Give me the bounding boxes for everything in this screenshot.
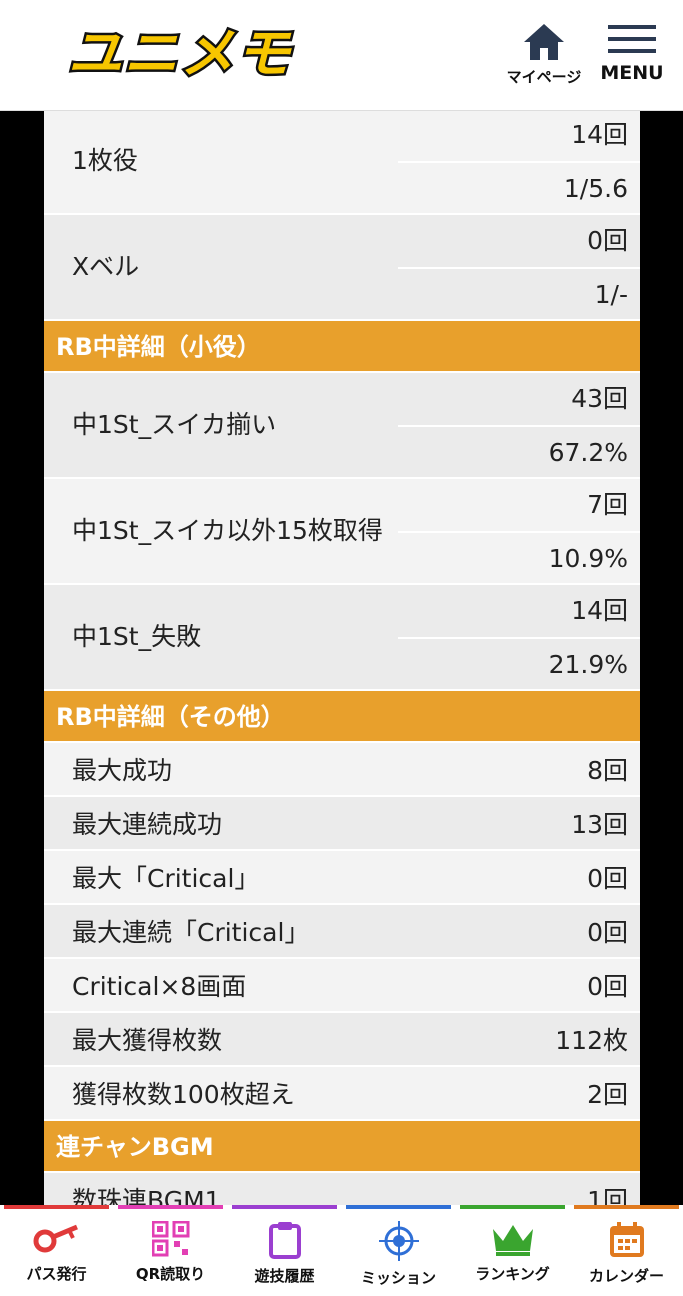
key-icon bbox=[33, 1224, 78, 1253]
table-row: Xベル 0回 1/- bbox=[44, 215, 640, 321]
app-header: ユニメモ マイページ MENU bbox=[0, 0, 683, 111]
hamburger-icon bbox=[608, 25, 656, 53]
row-label: 最大「Critical」 bbox=[72, 864, 260, 893]
tab-strip bbox=[4, 1205, 109, 1209]
tab-mission[interactable]: ミッション bbox=[346, 1205, 451, 1296]
table-row: 最大獲得枚数 112枚 bbox=[44, 1013, 640, 1067]
row-rate: 21.9% bbox=[398, 637, 640, 689]
mypage-button[interactable]: マイページ bbox=[506, 22, 582, 96]
table-row: 最大「Critical」 0回 bbox=[44, 851, 640, 905]
tab-calendar[interactable]: カレンダー bbox=[574, 1205, 679, 1296]
tab-ranking[interactable]: ランキング bbox=[460, 1205, 565, 1296]
calendar-icon bbox=[609, 1222, 644, 1257]
row-rate: 1/- bbox=[398, 267, 640, 319]
row-label: 獲得枚数100枚超え bbox=[72, 1080, 295, 1109]
row-label: 最大連続成功 bbox=[72, 810, 223, 839]
row-label: 中1St_スイカ揃い bbox=[72, 410, 277, 439]
table-row: 獲得枚数100枚超え 2回 bbox=[44, 1067, 640, 1121]
tab-qr-read[interactable]: QR読取り bbox=[118, 1205, 223, 1296]
table-row: 数珠連BGM1 1回 bbox=[44, 1173, 640, 1205]
bottom-nav: パス発行 QR読取り 遊技履歴 ミッション ランキング カレンダー bbox=[0, 1205, 683, 1296]
row-label: Xベル bbox=[72, 252, 140, 281]
crown-icon bbox=[492, 1225, 533, 1256]
tab-strip bbox=[460, 1205, 565, 1209]
row-label: 1枚役 bbox=[72, 146, 138, 175]
row-label: 数珠連BGM1 bbox=[72, 1186, 221, 1205]
tab-label: QR読取り bbox=[135, 1265, 206, 1283]
tab-label: 遊技履歴 bbox=[254, 1267, 315, 1285]
row-label: Critical×8画面 bbox=[72, 972, 247, 1001]
tab-play-history[interactable]: 遊技履歴 bbox=[232, 1205, 337, 1296]
table-row: 中1St_スイカ以外15枚取得 7回 10.9% bbox=[44, 479, 640, 585]
table-row: 最大成功 8回 bbox=[44, 743, 640, 797]
logo-text: ユニメモ bbox=[66, 20, 293, 88]
menu-button[interactable]: MENU bbox=[594, 22, 670, 96]
row-count: 14回 bbox=[398, 585, 640, 637]
tab-label: ミッション bbox=[360, 1269, 436, 1287]
row-label: 中1St_スイカ以外15枚取得 bbox=[72, 516, 383, 545]
row-count: 14回 bbox=[398, 111, 640, 161]
table-row: 最大連続「Critical」 0回 bbox=[44, 905, 640, 959]
mypage-label: マイページ bbox=[506, 68, 582, 86]
row-label: 最大成功 bbox=[72, 756, 173, 785]
row-value: 13回 bbox=[571, 810, 628, 839]
tab-pass-issue[interactable]: パス発行 bbox=[4, 1205, 109, 1296]
row-rate: 10.9% bbox=[398, 531, 640, 583]
row-count: 43回 bbox=[398, 373, 640, 425]
row-value: 1回 bbox=[587, 1186, 628, 1205]
table-row: Critical×8画面 0回 bbox=[44, 959, 640, 1013]
tab-label: パス発行 bbox=[26, 1265, 87, 1283]
menu-label: MENU bbox=[600, 62, 664, 84]
table-row: 中1St_失敗 14回 21.9% bbox=[44, 585, 640, 691]
section-header-rb-koyaku: RB中詳細（小役） bbox=[44, 321, 640, 373]
section-header-renchan-bgm: 連チャンBGM bbox=[44, 1121, 640, 1173]
row-value: 0回 bbox=[587, 864, 628, 893]
table-row: 最大連続成功 13回 bbox=[44, 797, 640, 851]
row-rate: 1/5.6 bbox=[398, 161, 640, 213]
qr-code-icon bbox=[151, 1221, 189, 1257]
tab-label: カレンダー bbox=[588, 1267, 664, 1285]
tab-strip bbox=[346, 1205, 451, 1209]
data-table: 1枚役 14回 1/5.6 Xベル 0回 1/- RB中詳細（小役） 中1St_… bbox=[44, 111, 640, 1205]
row-value: 112枚 bbox=[555, 1026, 628, 1055]
row-value: 2回 bbox=[587, 1080, 628, 1109]
row-count: 7回 bbox=[398, 479, 640, 531]
row-label: 最大連続「Critical」 bbox=[72, 918, 310, 947]
tab-strip bbox=[118, 1205, 223, 1209]
tab-label: ランキング bbox=[475, 1265, 550, 1283]
tab-strip bbox=[574, 1205, 679, 1209]
clipboard-icon bbox=[268, 1222, 301, 1259]
row-value: 8回 bbox=[587, 756, 628, 785]
table-row: 1枚役 14回 1/5.6 bbox=[44, 111, 640, 215]
table-row: 中1St_スイカ揃い 43回 67.2% bbox=[44, 373, 640, 479]
row-value: 0回 bbox=[587, 972, 628, 1001]
section-header-rb-other: RB中詳細（その他） bbox=[44, 691, 640, 743]
tab-strip bbox=[232, 1205, 337, 1209]
row-rate: 67.2% bbox=[398, 425, 640, 477]
home-icon bbox=[524, 24, 564, 60]
app-logo[interactable]: ユニメモ bbox=[42, 20, 318, 88]
row-count: 0回 bbox=[398, 215, 640, 267]
row-label: 最大獲得枚数 bbox=[72, 1026, 223, 1055]
target-icon bbox=[378, 1221, 419, 1261]
row-value: 0回 bbox=[587, 918, 628, 947]
row-label: 中1St_失敗 bbox=[72, 622, 202, 651]
